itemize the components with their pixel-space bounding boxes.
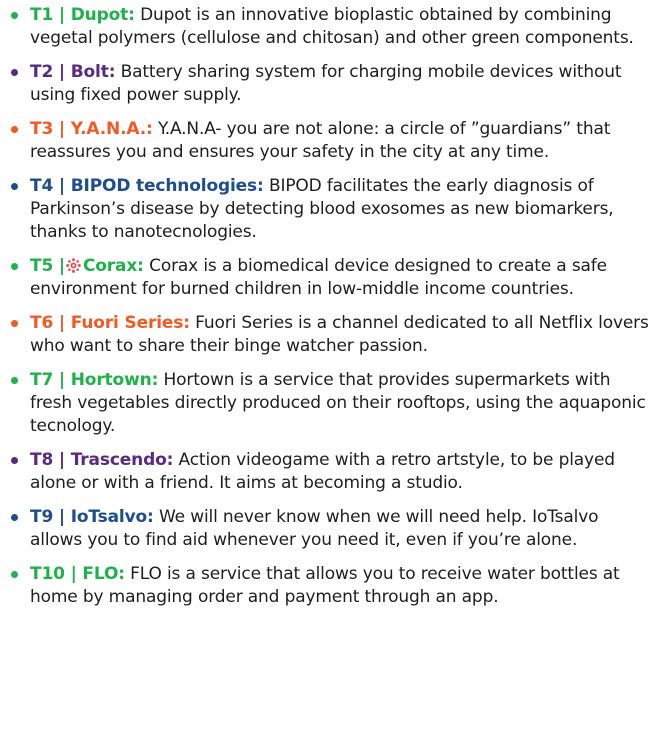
team-name: T10 | FLO: <box>30 564 125 584</box>
team-description: Battery sharing system for charging mobi… <box>30 62 622 105</box>
bullet-icon <box>11 457 18 464</box>
team-name: T1 | Dupot: <box>30 5 135 25</box>
bullet-icon <box>11 320 18 327</box>
bullet-icon <box>11 126 18 133</box>
team-list: T1 | Dupot: Dupot is an innovative biopl… <box>8 4 653 609</box>
gear-icon <box>66 258 81 273</box>
team-name: T6 | Fuori Series: <box>30 313 190 333</box>
bullet-icon <box>11 69 18 76</box>
bullet-icon <box>11 377 18 384</box>
bullet-icon <box>11 514 18 521</box>
list-item: T2 | Bolt: Battery sharing system for ch… <box>8 61 653 107</box>
list-item: T1 | Dupot: Dupot is an innovative biopl… <box>8 4 653 50</box>
team-name: T4 | BIPOD technologies: <box>30 176 264 196</box>
team-name: T2 | Bolt: <box>30 62 116 82</box>
team-name: T7 | Hortown: <box>30 370 159 390</box>
team-name-prefix: T5 | <box>30 256 65 276</box>
list-item: T4 | BIPOD technologies: BIPOD facilitat… <box>8 175 653 244</box>
list-item: T8 | Trascendo: Action videogame with a … <box>8 449 653 495</box>
bullet-icon <box>11 12 18 19</box>
team-name: T8 | Trascendo: <box>30 450 174 470</box>
list-item: T3 | Y.A.N.A.: Y.A.N.A- you are not alon… <box>8 118 653 164</box>
list-item: T10 | FLO: FLO is a service that allows … <box>8 563 653 609</box>
list-item: T5 | Corax: Corax is a biomedical device… <box>8 255 653 301</box>
bullet-icon <box>11 183 18 190</box>
document-page: T1 | Dupot: Dupot is an innovative biopl… <box>0 0 653 750</box>
team-name: T3 | Y.A.N.A.: <box>30 119 153 139</box>
bullet-icon <box>11 571 18 578</box>
team-name: T9 | IoTsalvo: <box>30 507 154 527</box>
list-item: T9 | IoTsalvo: We will never know when w… <box>8 506 653 552</box>
list-item: T6 | Fuori Series: Fuori Series is a cha… <box>8 312 653 358</box>
list-item: T7 | Hortown: Hortown is a service that … <box>8 369 653 438</box>
team-name: Corax: <box>82 256 144 276</box>
bullet-icon <box>11 263 18 270</box>
